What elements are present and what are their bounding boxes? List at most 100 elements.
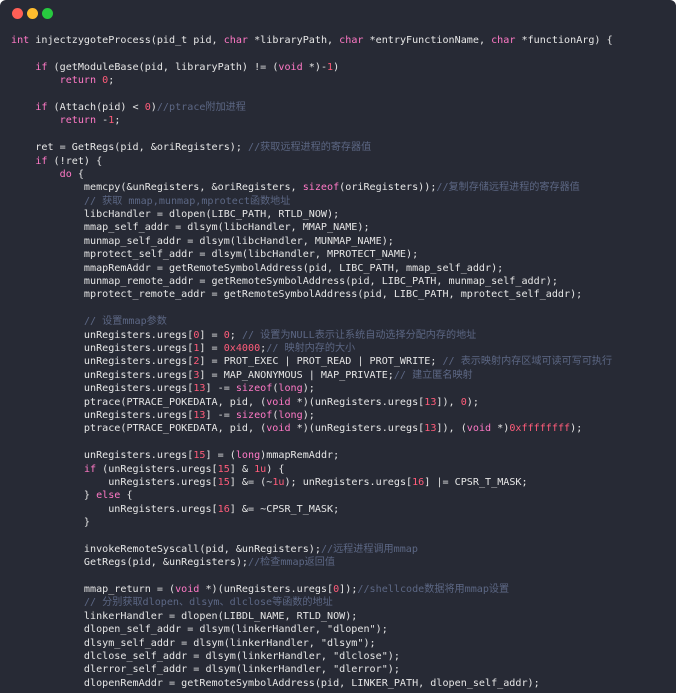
code-comment: // 映射内存的大小 bbox=[266, 342, 356, 354]
code-token: ; bbox=[114, 115, 121, 127]
code-token: GetRegs(pid, &unRegisters); bbox=[11, 557, 249, 569]
code-token: ptrace(PTRACE_POKEDATA, pid, ( bbox=[11, 396, 267, 408]
code-line: memcpy(&unRegisters, &oriRegisters, size… bbox=[11, 181, 671, 194]
code-line: ret = GetRegs(pid, &oriRegisters); //获取远… bbox=[11, 141, 671, 154]
code-token: sizeof bbox=[235, 383, 273, 395]
code-token: return bbox=[59, 75, 97, 87]
code-line: mmap_self_addr = dlsym(libcHandler, MMAP… bbox=[11, 221, 671, 234]
code-line: return 0; bbox=[11, 74, 671, 87]
code-token: *) bbox=[491, 423, 510, 435]
code-line: // 获取 mmap,munmap,mprotect函数地址 bbox=[11, 195, 671, 208]
code-line: GetRegs(pid, &unRegisters);//检查mmap返回值 bbox=[11, 556, 671, 569]
code-comment: // 设置为NULL表示让系统自动选择分配内存的地址 bbox=[241, 329, 477, 341]
code-token: ] & bbox=[229, 463, 255, 475]
code-token: *)- bbox=[302, 61, 328, 73]
code-token: (unRegisters.uregs[ bbox=[96, 463, 218, 475]
code-token: ]), bbox=[436, 396, 461, 408]
code-token: ); bbox=[302, 383, 315, 395]
code-token: )mmapRemAddr; bbox=[260, 450, 340, 462]
code-token: mprotect_self_addr = dlsym(libcHandler, … bbox=[11, 249, 419, 261]
code-token: libcHandler = dlopen(LIBC_PATH, RTLD_NOW… bbox=[11, 209, 340, 221]
code-line: unRegisters.uregs[15] &= (~1u); unRegist… bbox=[11, 476, 671, 489]
code-token: munmap_self_addr = dlsym(libcHandler, MU… bbox=[11, 235, 394, 247]
code-token: if bbox=[35, 155, 48, 167]
code-token: ); bbox=[570, 423, 583, 435]
code-line: unRegisters.uregs[2] = PROT_EXEC | PROT_… bbox=[11, 355, 671, 368]
code-token: if bbox=[35, 101, 48, 113]
code-line: ptrace(PTRACE_POKEDATA, pid, (void *)(un… bbox=[11, 396, 671, 409]
code-line: dlclose_self_addr = dlsym(linkerHandler,… bbox=[11, 650, 671, 663]
code-token: ; bbox=[229, 329, 242, 341]
code-token: long bbox=[235, 450, 261, 462]
code-token: 15 bbox=[217, 476, 230, 488]
code-token: linkerHandler = dlopen(LIBDL_NAME, RTLD_… bbox=[11, 610, 358, 622]
code-comment: // 表示映射内存区域可读可写可执行 bbox=[442, 356, 613, 368]
code-token: injectzygoteProcess(pid_t pid, bbox=[29, 35, 224, 46]
code-token: *functionArg) { bbox=[515, 35, 613, 46]
code-token: ]), ( bbox=[436, 423, 467, 435]
code-line: mmap_return = (void *)(unRegisters.uregs… bbox=[11, 583, 671, 596]
code-token: unRegisters.uregs[ bbox=[11, 329, 194, 341]
code-token: unRegisters.uregs[ bbox=[11, 383, 194, 395]
code-token: char bbox=[223, 35, 249, 46]
code-token: ); bbox=[302, 409, 315, 421]
code-token: sizeof bbox=[235, 409, 273, 421]
code-token: (!ret) { bbox=[47, 155, 103, 167]
code-line: return -1; bbox=[11, 114, 671, 127]
minimize-button[interactable] bbox=[27, 8, 38, 19]
code-window: int injectzygoteProcess(pid_t pid, char … bbox=[0, 0, 676, 693]
code-token: 1u bbox=[254, 463, 267, 475]
close-button[interactable] bbox=[12, 8, 23, 19]
code-comment: // 建立匿名映射 bbox=[393, 369, 473, 381]
code-token: ); unRegisters.uregs[ bbox=[284, 476, 413, 488]
code-token: ) { bbox=[266, 463, 285, 475]
code-token: ] -= bbox=[205, 409, 236, 421]
code-comment: //复制存储远程进程的寄存器值 bbox=[436, 182, 580, 194]
code-token: unRegisters.uregs[ bbox=[11, 450, 194, 462]
code-line: munmap_remote_addr = getRemoteSymbolAddr… bbox=[11, 275, 671, 288]
code-comment: //检查mmap返回值 bbox=[248, 557, 335, 569]
code-comment: // 分别获取dlopen、dlsym、dlclose等函数的地址 bbox=[83, 597, 333, 609]
code-token: dlsym_self_addr = dlsym(linkerHandler, "… bbox=[11, 637, 376, 649]
code-line: unRegisters.uregs[13] -= sizeof(long); bbox=[11, 382, 671, 395]
code-token: (oriRegisters)); bbox=[339, 182, 437, 194]
code-token: dlopenRemAddr = getRemoteSymbolAddress(p… bbox=[11, 677, 540, 689]
code-token: unRegisters.uregs[ bbox=[11, 409, 194, 421]
code-token: { bbox=[71, 168, 84, 180]
code-token: mmap_self_addr = dlsym(libcHandler, MMAP… bbox=[11, 222, 370, 234]
code-token: void bbox=[466, 423, 492, 435]
code-block: int injectzygoteProcess(pid_t pid, char … bbox=[11, 34, 671, 690]
code-token: mmapRemAddr = getRemoteSymbolAddress(pid… bbox=[11, 262, 504, 274]
code-token: *entryFunctionName, bbox=[363, 35, 492, 46]
code-token: unRegisters.uregs[ bbox=[11, 503, 218, 515]
code-line: mprotect_remote_addr = getRemoteSymbolAd… bbox=[11, 288, 671, 301]
code-token: unRegisters.uregs[ bbox=[11, 369, 194, 381]
code-token: mprotect_remote_addr = getRemoteSymbolAd… bbox=[11, 289, 583, 301]
code-token: dlerror_self_addr = dlsym(linkerHandler,… bbox=[11, 664, 400, 676]
code-line: unRegisters.uregs[13] -= sizeof(long); bbox=[11, 409, 671, 422]
code-token: ; bbox=[108, 75, 115, 87]
code-token: 0xffffffff bbox=[509, 423, 571, 435]
code-line: ptrace(PTRACE_POKEDATA, pid, (void *)(un… bbox=[11, 422, 671, 435]
code-token: do bbox=[59, 168, 72, 180]
code-line: dlsym_self_addr = dlsym(linkerHandler, "… bbox=[11, 637, 671, 650]
code-token: ptrace(PTRACE_POKEDATA, pid, ( bbox=[11, 423, 267, 435]
maximize-button[interactable] bbox=[42, 8, 53, 19]
code-token: ] = bbox=[199, 329, 224, 341]
code-line: // 设置mmap参数 bbox=[11, 315, 671, 328]
code-token: invokeRemoteSyscall(pid, &unRegisters); bbox=[11, 543, 321, 555]
code-token: if bbox=[83, 463, 97, 475]
code-token: dlopen_self_addr = dlsym(linkerHandler, … bbox=[11, 624, 388, 636]
code-token: 13 bbox=[193, 383, 206, 395]
code-token: munmap_remote_addr = getRemoteSymbolAddr… bbox=[11, 276, 558, 288]
code-token: dlclose_self_addr = dlsym(linkerHandler,… bbox=[11, 650, 400, 662]
code-token: 1u bbox=[272, 476, 285, 488]
code-line: int injectzygoteProcess(pid_t pid, char … bbox=[11, 34, 671, 47]
code-token: return bbox=[59, 115, 97, 127]
code-token: ] &= ~CPSR_T_MASK; bbox=[229, 503, 340, 515]
